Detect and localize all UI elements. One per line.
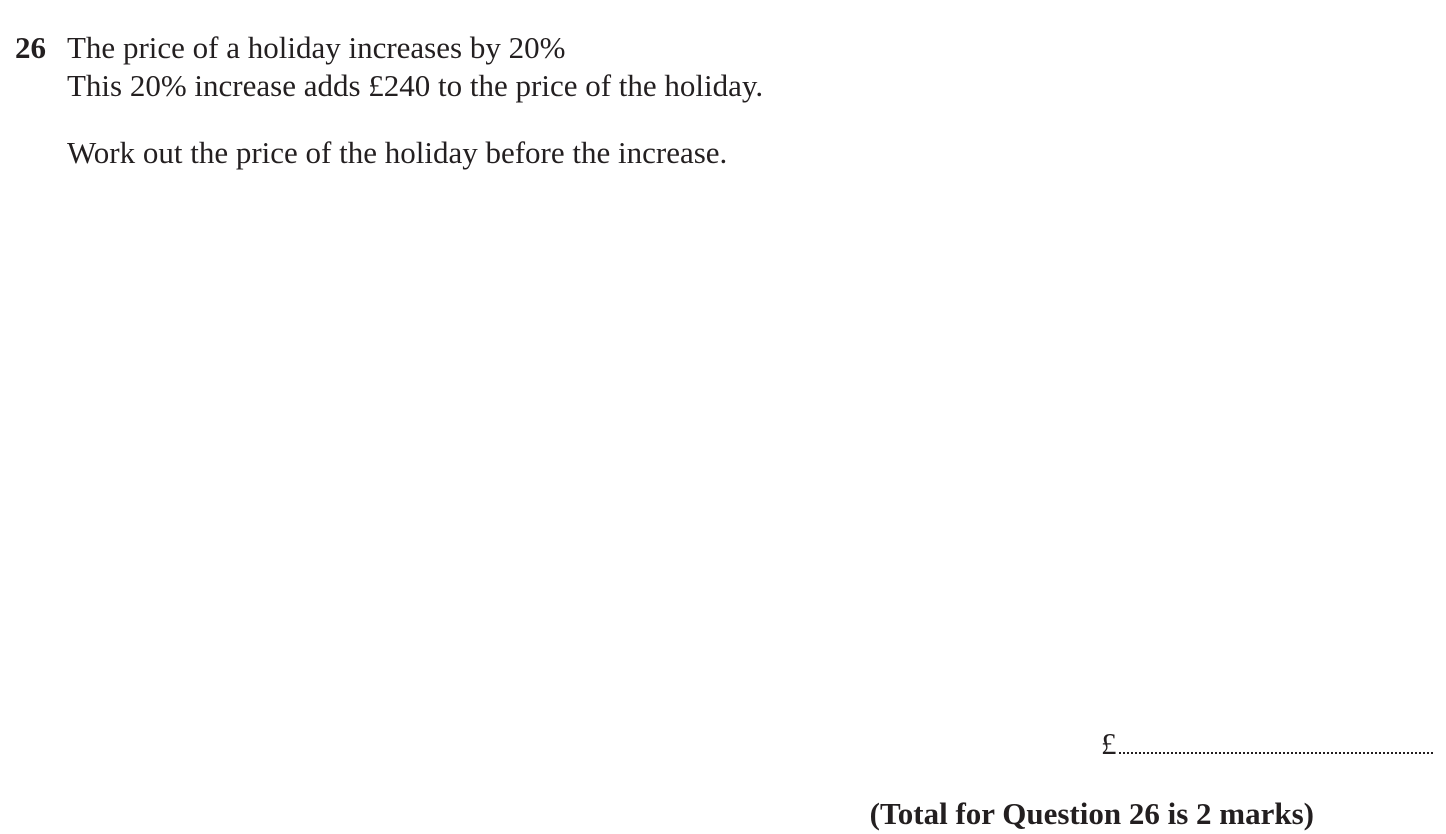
- question-instruction: Work out the price of the holiday before…: [67, 135, 728, 170]
- question-number: 26: [15, 30, 46, 65]
- total-marks: (Total for Question 26 is 2 marks): [869, 796, 1314, 831]
- question-text-line-2: This 20% increase adds £240 to the price…: [67, 68, 764, 103]
- currency-symbol: £: [1101, 726, 1117, 761]
- answer-dotted-line[interactable]: [1118, 750, 1433, 754]
- question-text-line-1: The price of a holiday increases by 20%: [67, 30, 566, 65]
- answer-line[interactable]: £: [1101, 722, 1433, 762]
